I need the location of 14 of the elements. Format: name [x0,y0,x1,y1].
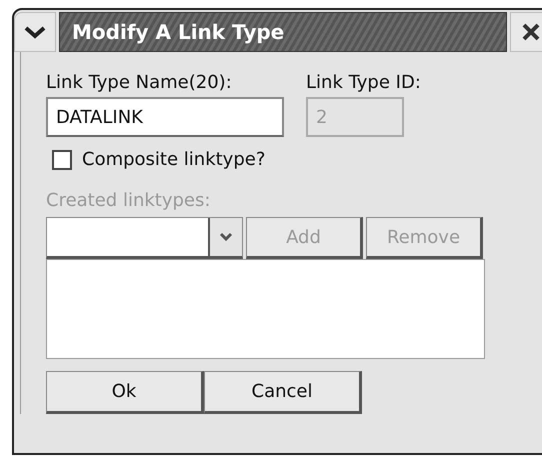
close-icon [521,23,541,41]
dropdown-field[interactable] [46,217,243,259]
cancel-button[interactable]: Cancel [204,371,362,414]
field-label: Link Type ID: [306,72,421,93]
field-label: Link Type Name(20): [46,72,233,93]
chevron-down-icon [219,232,233,242]
window-title: Modify A Link Type [72,20,284,44]
checkbox[interactable] [52,150,72,170]
checkbox-label: Composite linktype? [82,149,266,170]
ok-button[interactable]: Ok [46,371,204,414]
name-input-field[interactable]: DATALINK [46,97,284,137]
chevron-down-icon [24,25,46,39]
window-menu-button[interactable] [14,12,56,52]
section-label: Created linktypes: [46,190,212,211]
